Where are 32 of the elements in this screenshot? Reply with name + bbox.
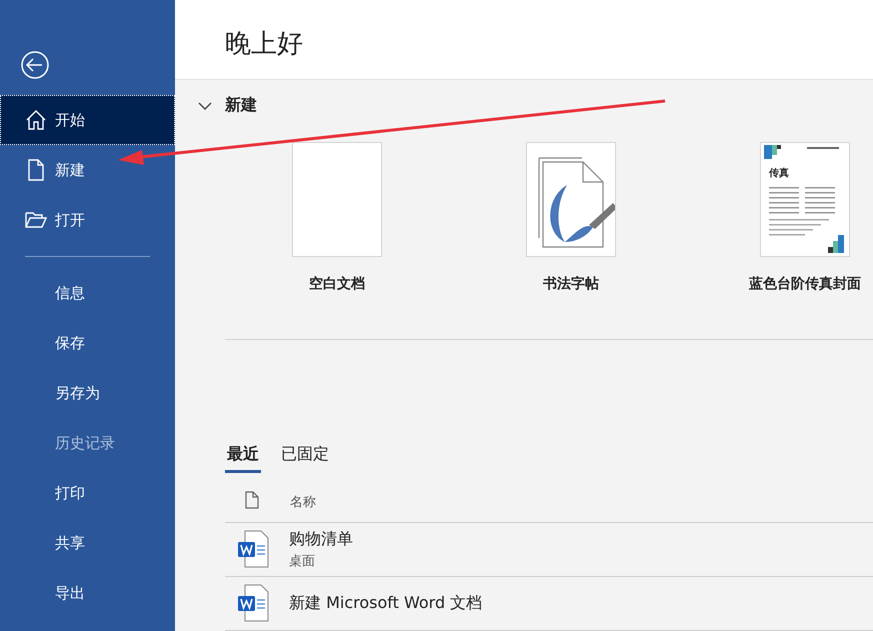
back-button[interactable]	[20, 50, 50, 80]
sidebar-item[interactable]: 打开	[0, 195, 175, 245]
chevron-down-icon	[198, 102, 212, 110]
file-location: 桌面	[289, 552, 316, 570]
sidebar-item[interactable]: 保存	[0, 318, 175, 368]
file-name[interactable]: 新建 Microsoft Word 文档	[289, 592, 482, 614]
sidebar-item[interactable]: 开始	[0, 95, 175, 145]
sidebar-item[interactable]: 信息	[0, 268, 175, 318]
sidebar-item[interactable]: 新建	[0, 145, 175, 195]
section-title: 新建	[225, 95, 257, 116]
template-title: 空白文档	[309, 274, 365, 293]
word-document-icon	[237, 584, 269, 622]
document-icon	[245, 490, 259, 508]
column-header[interactable]: 名称	[290, 492, 316, 510]
document-icon	[28, 159, 44, 181]
document-heading: 传真	[769, 168, 789, 179]
tab[interactable]: 已固定	[279, 444, 331, 474]
sidebar-item[interactable]: 打印	[0, 468, 175, 518]
template-thumbnail[interactable]	[292, 142, 382, 257]
tab[interactable]: 最近	[225, 444, 261, 474]
back-icon	[20, 50, 50, 80]
greeting-heading: 晚上好	[225, 28, 303, 61]
template-title: 书法字帖	[543, 274, 599, 293]
template-thumbnail[interactable]: 传真	[760, 142, 850, 257]
template-title: 蓝色台阶传真封面	[749, 274, 861, 293]
sidebar-item[interactable]: 导出	[0, 568, 175, 618]
file-name[interactable]: 购物清单	[289, 528, 353, 550]
word-document-icon	[237, 530, 269, 568]
sidebar-item[interactable]: 共享	[0, 518, 175, 568]
home-icon	[25, 109, 47, 131]
sidebar-item[interactable]: 另存为	[0, 368, 175, 418]
folder-icon	[25, 211, 47, 229]
